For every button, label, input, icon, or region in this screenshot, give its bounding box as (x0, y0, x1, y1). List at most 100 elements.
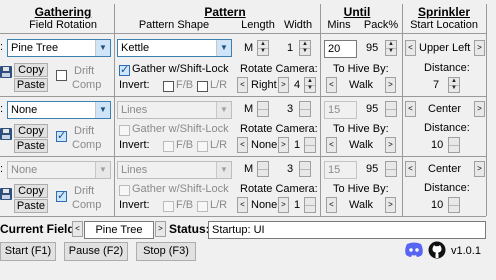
width-stepper[interactable] (299, 161, 311, 177)
start-loc-next-button[interactable]: > (474, 101, 485, 117)
mins-input[interactable]: 15 (324, 161, 357, 179)
chevron-down-icon: ▼ (95, 102, 110, 118)
current-field-prev-button[interactable]: < (72, 221, 83, 237)
start-location-value: Center (428, 103, 462, 115)
start-loc-prev-button[interactable]: < (405, 161, 416, 177)
chevron-down-icon: ▼ (95, 40, 110, 56)
mins-input[interactable]: 15 (324, 101, 357, 119)
length-stepper[interactable]: ▲ ▼ (257, 40, 269, 56)
rotate-prev-button[interactable]: < (237, 197, 248, 213)
width-stepper[interactable] (299, 101, 311, 117)
discord-icon[interactable] (404, 242, 424, 258)
rotate-prev-button[interactable]: < (237, 77, 248, 93)
rotate-next-button[interactable]: > (278, 137, 289, 153)
current-field-next-button[interactable]: > (155, 221, 166, 237)
length-label: Length (241, 19, 275, 31)
copy-button[interactable]: Copy (14, 184, 48, 198)
length-stepper[interactable] (257, 161, 269, 177)
distance-stepper[interactable] (448, 137, 460, 153)
copy-button[interactable]: Copy (14, 124, 48, 138)
paste-button[interactable]: Paste (14, 78, 48, 92)
gather-shift-lock-checkbox[interactable] (119, 185, 130, 196)
start-loc-next-button[interactable]: > (474, 40, 485, 56)
distance-stepper[interactable] (448, 197, 460, 213)
hive-next-button[interactable]: > (385, 77, 396, 93)
rotate-count-stepper[interactable]: ▲ ▼ (304, 77, 316, 93)
rotate-count-stepper[interactable] (304, 137, 316, 153)
gather-shift-lock-checkbox[interactable] (119, 63, 130, 76)
gather-shift-lock-label: Gather w/Shift-Lock (132, 123, 229, 135)
right-border (486, 4, 487, 216)
width-label: Width (283, 19, 313, 31)
rotate-prev-button[interactable]: < (237, 137, 248, 153)
pause-button[interactable]: Pause (F2) (64, 242, 128, 261)
invert-label: Invert: (119, 199, 150, 211)
field-select-1[interactable]: Pine Tree ▼ (7, 39, 111, 57)
drift-comp-checkbox[interactable] (56, 189, 67, 202)
field-select-2[interactable]: None ▼ (7, 101, 111, 119)
start-button[interactable]: Start (F1) (0, 242, 56, 261)
field-select-3[interactable]: None ▼ (7, 161, 111, 179)
pack-stepper[interactable] (385, 101, 397, 117)
col-divider-3 (402, 4, 403, 216)
paste-button[interactable]: Paste (14, 199, 48, 213)
invert-fb-label: F/B (176, 139, 194, 151)
rotate-next-button[interactable]: > (278, 77, 289, 93)
mins-input[interactable]: 20 (324, 40, 357, 58)
comp-label: Comp (72, 79, 102, 91)
invert-lr-checkbox[interactable] (197, 141, 208, 152)
start-loc-next-button[interactable]: > (474, 161, 485, 177)
start-location-value: Center (428, 163, 462, 175)
rotate-next-button[interactable]: > (278, 197, 289, 213)
pattern-select-2[interactable]: Lines ▼ (117, 101, 232, 119)
drift-comp-checkbox[interactable] (56, 70, 67, 81)
start-loc-prev-button[interactable]: < (405, 101, 416, 117)
chevron-down-icon: ▼ (95, 162, 110, 178)
invert-fb-checkbox[interactable] (163, 81, 174, 92)
start-location-value: Upper Left (419, 42, 471, 54)
header-divider (0, 33, 486, 34)
pattern-select-3[interactable]: Lines ▼ (117, 161, 232, 179)
sprinkler-header: Sprinkler (417, 5, 471, 19)
length-stepper[interactable] (257, 101, 269, 117)
github-icon[interactable] (428, 241, 446, 259)
rotate-count: 1 (294, 199, 301, 211)
hive-next-button[interactable]: > (385, 137, 396, 153)
mins-label: Mins (327, 19, 351, 31)
field-select-value: None (11, 104, 38, 116)
invert-fb-checkbox[interactable] (163, 141, 174, 152)
stop-button[interactable]: Stop (F3) (136, 242, 196, 261)
invert-fb-checkbox[interactable] (163, 201, 174, 212)
invert-lr-checkbox[interactable] (197, 201, 208, 212)
pattern-select-value: Lines (121, 104, 148, 116)
width-value: 1 (287, 42, 294, 54)
distance-value: 7 (433, 79, 440, 91)
to-hive-by-label: To Hive By: (333, 183, 389, 195)
hive-method: Walk (349, 79, 374, 91)
hive-prev-button[interactable]: < (326, 197, 337, 213)
row-divider-1 (0, 96, 486, 97)
col-divider-1 (114, 4, 115, 216)
rotate-count-stepper[interactable] (304, 197, 316, 213)
invert-lr-checkbox[interactable] (197, 81, 208, 92)
hive-prev-button[interactable]: < (326, 137, 337, 153)
distance-stepper[interactable]: ▲ ▼ (448, 77, 460, 93)
drift-label: Drift (74, 185, 95, 197)
paste-button[interactable]: Paste (14, 139, 48, 153)
hive-next-button[interactable]: > (385, 197, 396, 213)
pack-stepper[interactable] (385, 161, 397, 177)
copy-button[interactable]: Copy (14, 63, 48, 77)
pack-label: Pack% (363, 19, 399, 31)
drift-comp-checkbox[interactable] (56, 129, 67, 142)
width-stepper[interactable]: ▲ ▼ (299, 40, 311, 56)
pattern-shape-label: Pattern Shape (138, 19, 210, 31)
hive-prev-button[interactable]: < (326, 77, 337, 93)
pattern-select-1[interactable]: Kettle ▼ (117, 39, 232, 57)
start-location-label: Start Location (410, 19, 478, 31)
rotate-count: 4 (294, 79, 301, 91)
pack-stepper[interactable]: ▲ ▼ (385, 40, 397, 56)
save-icon (0, 128, 12, 140)
rotate-direction: Right (251, 79, 277, 91)
start-loc-prev-button[interactable]: < (405, 40, 416, 56)
gather-shift-lock-checkbox[interactable] (119, 125, 130, 136)
